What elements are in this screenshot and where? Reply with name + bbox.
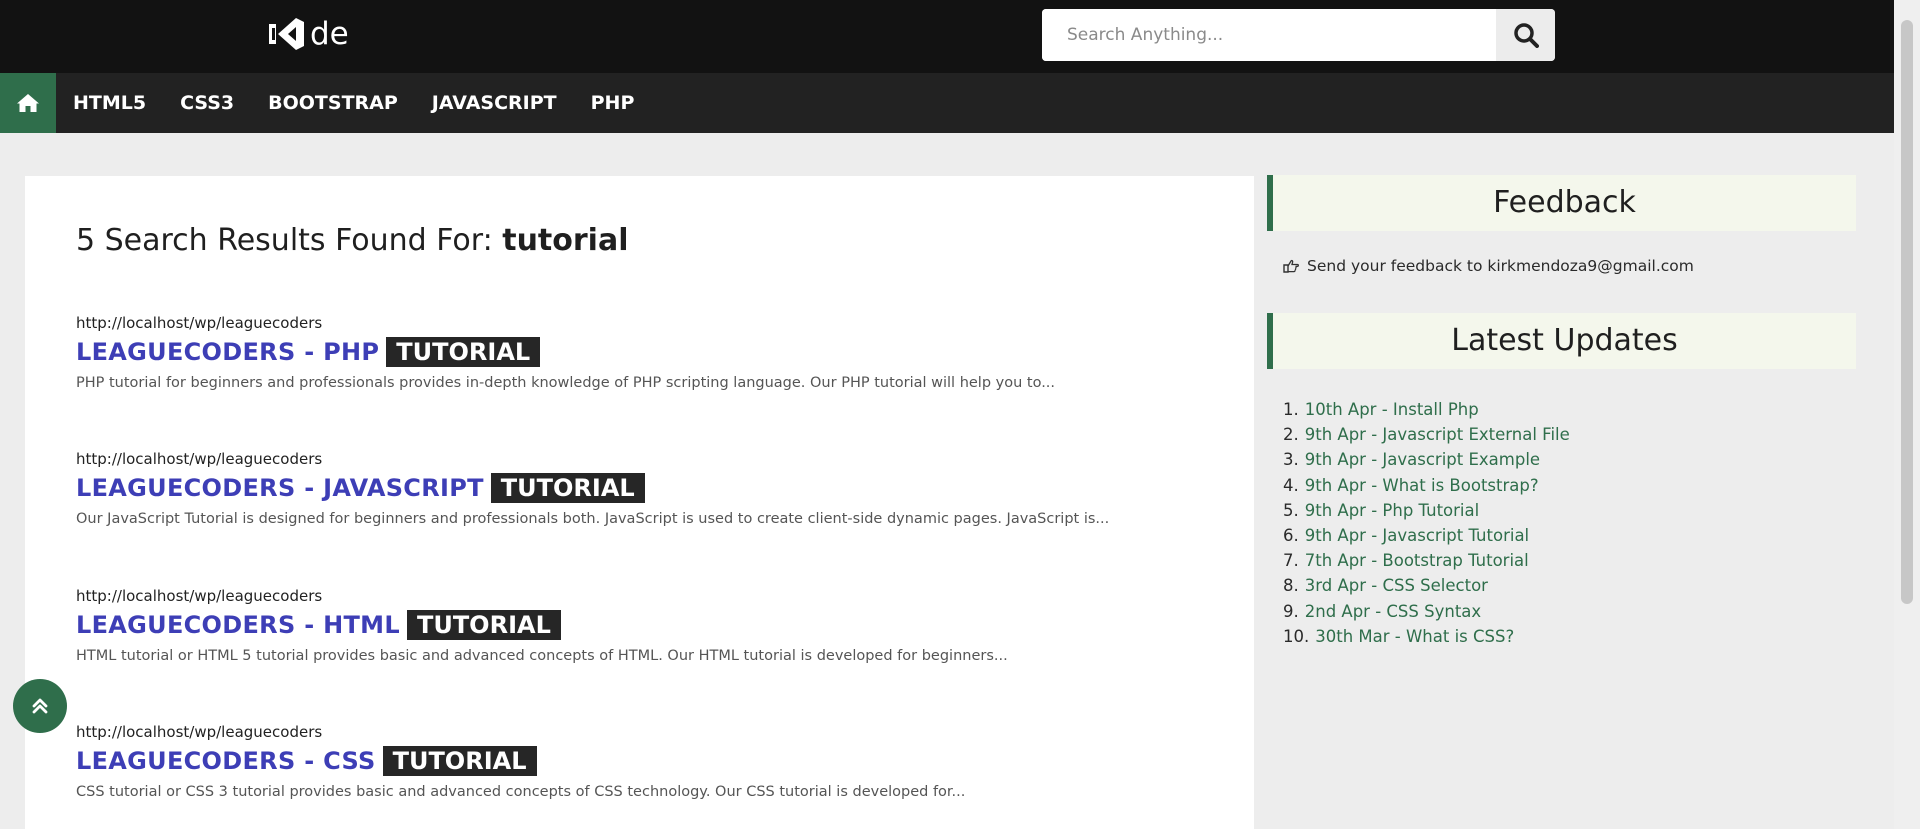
list-item-number: 8. [1283, 576, 1299, 596]
back-to-top-button[interactable] [13, 679, 67, 733]
list-item: 7. 7th Apr - Bootstrap Tutorial [1283, 548, 1570, 573]
feedback-text: Send your feedback to kirkmendoza9@gmail… [1307, 257, 1694, 275]
result-description: Our JavaScript Tutorial is designed for … [76, 511, 1110, 527]
list-item: 8. 3rd Apr - CSS Selector [1283, 573, 1570, 598]
result-url: http://localhost/wp/leaguecoders [76, 587, 323, 605]
nav-item-bootstrap[interactable]: BOOTSTRAP [251, 73, 415, 133]
result-highlight-tag: TUTORIAL [490, 473, 645, 503]
result-url: http://localhost/wp/leaguecoders [76, 450, 323, 468]
search-result: http://localhost/wp/leaguecoders LEAGUEC… [76, 586, 1236, 664]
update-link[interactable]: 9th Apr - Javascript External File [1305, 425, 1570, 444]
update-link[interactable]: 7th Apr - Bootstrap Tutorial [1305, 551, 1529, 570]
update-link[interactable]: 9th Apr - What is Bootstrap? [1305, 476, 1539, 495]
latest-updates-title: Latest Updates [1267, 313, 1856, 369]
result-description: CSS tutorial or CSS 3 tutorial provides … [76, 784, 966, 800]
nav-item-css3[interactable]: CSS3 [163, 73, 251, 133]
list-item: 3. 9th Apr - Javascript Example [1283, 447, 1570, 472]
results-heading-prefix: 5 Search Results Found For: [76, 223, 503, 258]
list-item: 10. 30th Mar - What is CSS? [1283, 624, 1570, 649]
results-heading: 5 Search Results Found For: tutorial [76, 223, 629, 258]
update-link[interactable]: 10th Apr - Install Php [1305, 400, 1479, 419]
list-item-number: 7. [1283, 551, 1299, 571]
main-nav: HTML5 CSS3 BOOTSTRAP JAVASCRIPT PHP [0, 73, 1894, 133]
feedback-text-line: Send your feedback to kirkmendoza9@gmail… [1283, 257, 1694, 275]
list-item: 1. 10th Apr - Install Php [1283, 397, 1570, 422]
search-result: http://localhost/wp/leaguecoders LEAGUEC… [76, 722, 1236, 800]
hand-point-right-icon [1283, 259, 1299, 273]
list-item-number: 10. [1283, 626, 1310, 646]
update-link[interactable]: 30th Mar - What is CSS? [1315, 627, 1514, 646]
list-item-number: 3. [1283, 450, 1299, 470]
list-item: 9. 2nd Apr - CSS Syntax [1283, 599, 1570, 624]
latest-updates-list: 1. 10th Apr - Install Php 2. 9th Apr - Jav… [1283, 397, 1570, 649]
logo-text: de [310, 16, 349, 52]
results-query: tutorial [502, 223, 629, 258]
result-description: HTML tutorial or HTML 5 tutorial provide… [76, 648, 1008, 664]
update-link[interactable]: 9th Apr - Javascript Example [1305, 450, 1540, 469]
list-item-number: 4. [1283, 475, 1299, 495]
list-item-number: 6. [1283, 525, 1299, 545]
result-description: PHP tutorial for beginners and professio… [76, 375, 1056, 391]
search-form [1042, 9, 1555, 61]
top-header: de [0, 0, 1894, 73]
search-input[interactable] [1042, 9, 1496, 61]
search-result: http://localhost/wp/leaguecoders LEAGUEC… [76, 313, 1236, 391]
site-logo[interactable]: de [266, 14, 349, 54]
nav-item-php[interactable]: PHP [574, 73, 652, 133]
list-item-number: 1. [1283, 400, 1299, 419]
list-item: 4. 9th Apr - What is Bootstrap? [1283, 473, 1570, 498]
list-item-number: 2. [1283, 425, 1299, 445]
result-title-link[interactable]: LEAGUECODERS - PHP [76, 338, 379, 366]
list-item: 5. 9th Apr - Php Tutorial [1283, 498, 1570, 523]
search-results-panel: 5 Search Results Found For: tutorial htt… [25, 176, 1254, 829]
update-link[interactable]: 2nd Apr - CSS Syntax [1305, 602, 1481, 621]
list-item: 2. 9th Apr - Javascript External File [1283, 422, 1570, 447]
double-chevron-up-icon [32, 698, 48, 714]
list-item-number: 9. [1283, 601, 1299, 621]
result-title-link[interactable]: LEAGUECODERS - JAVASCRIPT [76, 474, 484, 502]
result-title-link[interactable]: LEAGUECODERS - CSS [76, 747, 376, 775]
result-highlight-tag: TUTORIAL [406, 610, 561, 640]
list-item: 6. 9th Apr - Javascript Tutorial [1283, 523, 1570, 548]
list-item-number: 5. [1283, 500, 1299, 520]
nav-home-button[interactable] [0, 73, 56, 133]
search-result: http://localhost/wp/leaguecoders LEAGUEC… [76, 449, 1236, 527]
result-highlight-tag: TUTORIAL [382, 746, 537, 776]
result-url: http://localhost/wp/leaguecoders [76, 723, 323, 741]
result-url: http://localhost/wp/leaguecoders [76, 314, 323, 332]
page-scrollbar-thumb[interactable] [1901, 20, 1913, 604]
update-link[interactable]: 9th Apr - Php Tutorial [1305, 501, 1479, 520]
update-link[interactable]: 3rd Apr - CSS Selector [1305, 576, 1488, 595]
nav-item-html5[interactable]: HTML5 [56, 73, 163, 133]
result-title-link[interactable]: LEAGUECODERS - HTML [76, 611, 400, 639]
result-highlight-tag: TUTORIAL [386, 337, 541, 367]
nav-item-javascript[interactable]: JAVASCRIPT [415, 73, 574, 133]
search-button[interactable] [1496, 9, 1555, 61]
search-icon [1513, 23, 1539, 48]
logo-mark-icon [269, 18, 304, 50]
update-link[interactable]: 9th Apr - Javascript Tutorial [1305, 526, 1529, 545]
home-icon [17, 94, 39, 112]
feedback-widget-title: Feedback [1267, 175, 1856, 231]
